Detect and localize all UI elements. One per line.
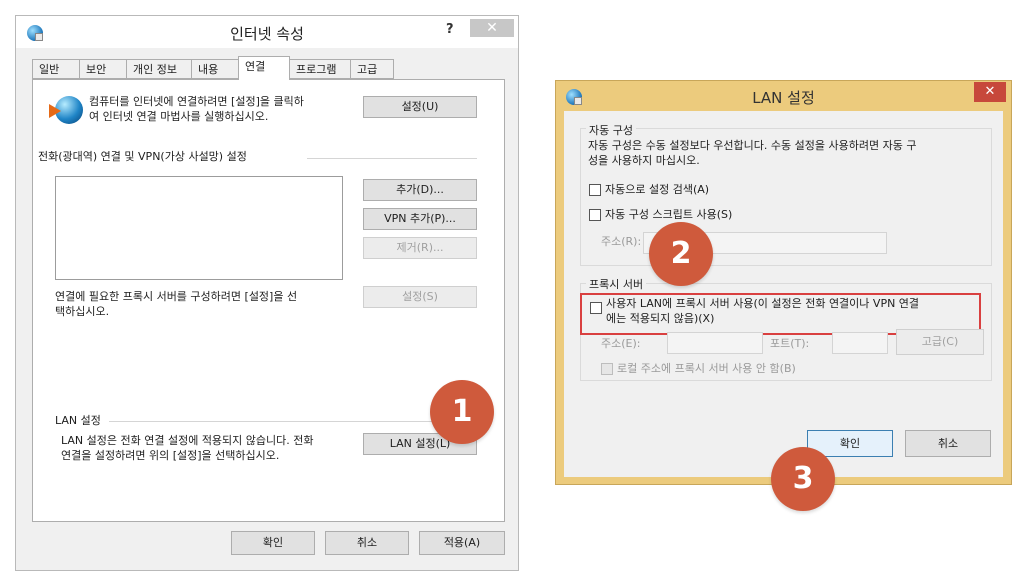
setup-text-line2: 여 인터넷 연결 마법사를 실행하십시오. xyxy=(89,110,269,123)
lan-settings-window: LAN 설정 ✕ 자동 구성 자동 구성은 수동 설정보다 우선합니다. 수동 … xyxy=(555,80,1012,485)
remove-button[interactable]: 제거(R)... xyxy=(363,237,477,259)
auto-script-label: 자동 구성 스크립트 사용(S) xyxy=(605,208,733,221)
add-vpn-button[interactable]: VPN 추가(P)... xyxy=(363,208,477,230)
proxy-use-label-line1: 사용자 LAN에 프록시 서버 사용(이 설정은 전화 연결이나 VPN 연결 xyxy=(606,297,920,310)
auto-config-desc-line2: 성을 사용하지 마십시오. xyxy=(588,154,700,167)
tab-security[interactable]: 보안 xyxy=(79,59,127,79)
lan-text-line1: LAN 설정은 전화 연결 설정에 적용되지 않습니다. 전화 xyxy=(61,434,314,447)
setup-text-line1: 컴퓨터를 인터넷에 연결하려면 [설정]을 클릭하 xyxy=(89,95,304,108)
lan-text-line2: 연결을 설정하려면 위의 [설정]을 선택하십시오. xyxy=(61,449,280,462)
tab-advanced[interactable]: 고급 xyxy=(350,59,394,79)
tab-programs[interactable]: 프로그램 xyxy=(289,59,351,79)
help-button[interactable]: ? xyxy=(446,22,454,37)
arrow-icon xyxy=(49,104,61,118)
dialup-heading: 전화(광대역) 연결 및 VPN(가상 사설망) 설정 xyxy=(38,150,247,163)
proxy-server-label: 프록시 서버 xyxy=(586,276,647,292)
close-button[interactable]: ✕ xyxy=(974,82,1006,102)
window-title: 인터넷 속성 xyxy=(230,25,304,43)
lan-settings-body: 자동 구성 자동 구성은 수동 설정보다 우선합니다. 수동 설정을 사용하려면… xyxy=(564,111,1003,477)
bypass-local-label: 로컬 주소에 프록시 서버 사용 안 함(B) xyxy=(617,362,796,375)
setup-button[interactable]: 설정(U) xyxy=(363,96,477,118)
advanced-button[interactable]: 고급(C) xyxy=(896,329,984,355)
step-badge-3: 3 xyxy=(771,447,835,511)
proxy-address-input[interactable] xyxy=(667,332,763,354)
tab-general[interactable]: 일반 xyxy=(32,59,80,79)
close-button[interactable]: ✕ xyxy=(470,19,514,37)
tab-privacy[interactable]: 개인 정보 xyxy=(126,59,192,79)
title-bar: 인터넷 속성 ? ✕ xyxy=(16,16,518,48)
divider xyxy=(109,421,477,422)
proxy-use-checkbox[interactable] xyxy=(590,302,602,314)
apply-button[interactable]: 적용(A) xyxy=(419,531,505,555)
tab-connections[interactable]: 연결 xyxy=(238,56,290,80)
step-badge-2: 2 xyxy=(649,222,713,286)
proxy-address-label: 주소(E): xyxy=(601,337,641,350)
lan-heading: LAN 설정 xyxy=(55,414,101,427)
internet-options-window: 인터넷 속성 ? ✕ 일반 보안 개인 정보 내용 연결 프로그램 고급 컴퓨터… xyxy=(15,15,519,571)
auto-detect-checkbox[interactable] xyxy=(589,184,601,196)
step-badge-1: 1 xyxy=(430,380,494,444)
script-address-label: 주소(R): xyxy=(601,235,642,248)
port-input[interactable] xyxy=(832,332,888,354)
divider xyxy=(307,158,477,159)
connections-panel: 컴퓨터를 인터넷에 연결하려면 [설정]을 클릭하 여 인터넷 연결 마법사를 … xyxy=(32,79,505,522)
proxy-text-line2: 택하십시오. xyxy=(55,305,110,318)
auto-config-desc-line1: 자동 구성은 수동 설정보다 우선합니다. 수동 설정을 사용하려면 자동 구 xyxy=(588,139,917,152)
settings-button[interactable]: 설정(S) xyxy=(363,286,477,308)
tab-content[interactable]: 내용 xyxy=(191,59,239,79)
window-title: LAN 설정 xyxy=(752,89,815,107)
auto-detect-label: 자동으로 설정 검색(A) xyxy=(605,183,710,196)
cancel-button[interactable]: 취소 xyxy=(325,531,409,555)
auto-script-checkbox[interactable] xyxy=(589,209,601,221)
add-button[interactable]: 추가(D)... xyxy=(363,179,477,201)
connections-list[interactable] xyxy=(55,176,343,280)
auto-config-label: 자동 구성 xyxy=(586,122,636,138)
bypass-local-checkbox[interactable] xyxy=(601,363,613,375)
cancel-button[interactable]: 취소 xyxy=(905,430,991,457)
port-label: 포트(T): xyxy=(770,337,810,350)
proxy-use-label-line2: 에는 적용되지 않음)(X) xyxy=(606,312,715,325)
proxy-text-line1: 연결에 필요한 프록시 서버를 구성하려면 [설정]을 선 xyxy=(55,290,298,303)
ok-button[interactable]: 확인 xyxy=(231,531,315,555)
